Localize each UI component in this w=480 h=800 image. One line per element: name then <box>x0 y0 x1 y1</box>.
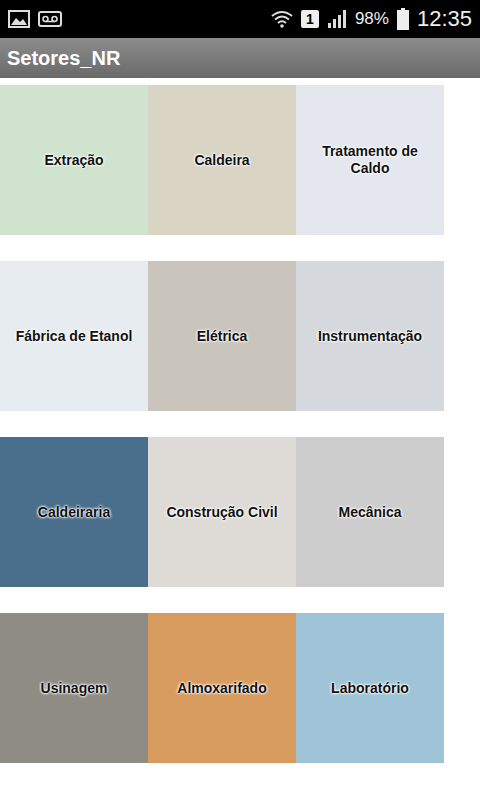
sector-tile[interactable]: Elétrica <box>148 261 296 411</box>
sector-label: Laboratório <box>331 680 409 697</box>
sector-tile[interactable]: Usinagem <box>0 613 148 763</box>
sector-tile[interactable]: Instrumentação <box>296 261 444 411</box>
voicemail-icon <box>38 10 62 28</box>
sector-tile[interactable]: Caldeiraria <box>0 437 148 587</box>
signal-icon <box>327 9 347 29</box>
app-bar: Setores_NR <box>0 38 480 78</box>
sector-tile[interactable]: Tratamento de Caldo <box>296 85 444 235</box>
sector-label: Elétrica <box>197 328 248 345</box>
image-notification-icon <box>8 10 30 28</box>
sector-tile[interactable]: Extração <box>0 85 148 235</box>
sector-tile[interactable]: Mecânica <box>296 437 444 587</box>
sector-label: Instrumentação <box>318 328 422 345</box>
sector-tile[interactable]: Laboratório <box>296 613 444 763</box>
sector-tile[interactable]: Fábrica de Etanol <box>0 261 148 411</box>
battery-percent: 98% <box>355 9 389 29</box>
sim-indicator: 1 <box>301 10 319 28</box>
sector-label: Caldeiraria <box>38 504 110 521</box>
sector-label: Construção Civil <box>166 504 277 521</box>
sector-grid: Extração Caldeira Tratamento de Caldo Fábri… <box>0 78 480 763</box>
wifi-icon <box>271 10 293 28</box>
sector-label: Mecânica <box>338 504 401 521</box>
screen: 1 98% 12:35 Setores_NR Extração Caldeira Trata… <box>0 0 480 800</box>
sector-label: Usinagem <box>41 680 108 697</box>
sector-tile[interactable]: Almoxarifado <box>148 613 296 763</box>
sector-tile[interactable]: Caldeira <box>148 85 296 235</box>
battery-icon <box>397 8 409 30</box>
sector-tile[interactable]: Construção Civil <box>148 437 296 587</box>
sector-label: Tratamento de Caldo <box>310 143 430 177</box>
sector-label: Caldeira <box>194 152 249 169</box>
sector-label: Extração <box>44 152 103 169</box>
clock: 12:35 <box>417 6 472 32</box>
sector-label: Fábrica de Etanol <box>16 328 133 345</box>
app-title: Setores_NR <box>7 47 120 70</box>
sector-label: Almoxarifado <box>177 680 266 697</box>
status-bar: 1 98% 12:35 <box>0 0 480 38</box>
